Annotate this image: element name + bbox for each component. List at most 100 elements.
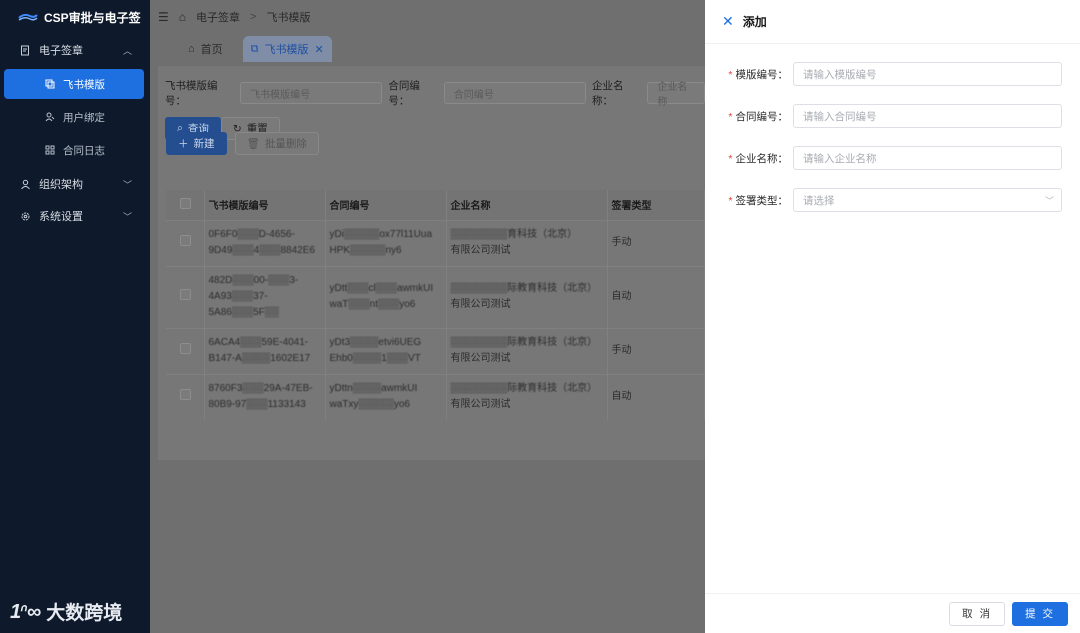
chevron-down-icon: ﹀ [122, 211, 132, 222]
table-row: 0F6F0▒▒▒D-4656- 9D49▒▒▒4▒▒▒8842E6 yDi▒▒▒▒… [166, 219, 705, 266]
template-no-input[interactable]: 飞书模版编号 [240, 82, 383, 104]
tab-home[interactable]: ⌂ 首页 [180, 36, 231, 62]
add-drawer: ✕ 添加 * 模版编号： 请输入模版编号 * 合同编号： 请输入合同编号 * 企业名称… [705, 0, 1080, 633]
form-label: * 合同编号： [705, 109, 793, 124]
company-cell: ▒▒▒▒▒▒▒▒育科技（北京） 有限公司测试 [446, 219, 608, 266]
select-all-checkbox[interactable] [180, 197, 191, 209]
cell-line: yDtt▒▒▒cl▒▒▒awmkUI [329, 283, 434, 294]
form-row-template-no: * 模版编号： 请输入模版编号 [705, 62, 1080, 86]
contract-no-cell: yDtt▒▒▒cl▒▒▒awmkUI waT▒▒▒nt▒▒▒yo6 [325, 265, 447, 328]
cell-line: ▒▒▒▒▒▒▒▒际教育科技（北京） [450, 383, 598, 395]
row-checkbox[interactable] [180, 388, 191, 400]
row-checkbox[interactable] [180, 288, 191, 300]
form-row-sign-type: * 签署类型： 请选择 ﹀ [705, 188, 1080, 212]
cell-line: 5A86▒▒▒5F▒▒ [208, 307, 279, 318]
table-row: 482D▒▒▒00-▒▒▒3- 4A93▒▒▒37- 5A86▒▒▒5F▒▒ yDt… [166, 265, 705, 328]
company-cell: ▒▒▒▒▒▒▒▒际教育科技（北京） 有限公司测试 [446, 373, 608, 420]
tab-bar: ⌂ 首页 ⧉ 飞书模版 ✕ [150, 34, 705, 62]
menu-group-label: 电子签章 [39, 45, 83, 57]
cell-line: 9D49▒▒▒4▒▒▒8842E6 [208, 245, 315, 256]
select-all-cell[interactable] [166, 190, 205, 220]
breadcrumb-item: 飞书模版 [266, 12, 311, 24]
brand: CSP审批与电子签 [0, 0, 150, 34]
contract-no-input[interactable]: 合同编号 [443, 82, 586, 104]
column-header: 合同编号 [325, 190, 447, 220]
menu-fold-icon[interactable]: ☰ [158, 10, 169, 24]
sidebar-item-label: 飞书模版 [63, 78, 105, 91]
row-select-cell[interactable] [166, 265, 205, 328]
chevron-down-icon: ﹀ [1045, 196, 1055, 206]
plus-icon: ＋ [178, 138, 189, 150]
breadcrumb-separator: > [250, 11, 257, 23]
drawer-header: ✕ 添加 [705, 0, 1080, 44]
sign-type-cell: 手动 [607, 219, 705, 266]
filter-label: 飞书模版编号： [165, 80, 218, 107]
cell-line: ▒▒▒▒▒▒▒▒育科技（北京） [450, 229, 578, 240]
submit-button[interactable]: 提 交 [1012, 601, 1068, 626]
sidebar-item-contract-log[interactable]: 合同日志 [4, 135, 144, 165]
template-no-field[interactable]: 请输入模版编号 [793, 62, 1062, 86]
menu-group-settings[interactable]: 系统设置 ﹀ [0, 200, 150, 232]
new-label: 新建 [193, 138, 215, 150]
menu-group-label: 系统设置 [39, 211, 83, 223]
cell-line: HPK▒▒▒▒▒ny6 [329, 245, 402, 256]
company-field[interactable]: 请输入企业名称 [793, 146, 1062, 170]
sidebar: CSP审批与电子签 电子签章 ︿ 飞书模版 用户绑定 合同日志 组织架构 ﹀ 系… [0, 0, 150, 633]
batch-delete-button[interactable]: 🗑 批量删除 [234, 132, 319, 155]
cell-line: 482D▒▒▒00-▒▒▒3- [208, 275, 299, 286]
company-input[interactable]: 企业名称 [647, 82, 705, 108]
sign-type-cell: 自动 [607, 373, 705, 420]
cancel-button[interactable]: 取 消 [949, 601, 1006, 626]
close-icon[interactable]: ✕ [722, 13, 734, 30]
tab-feishu-template[interactable]: ⧉ 飞书模版 ✕ [242, 36, 332, 62]
tab-label: 飞书模版 [264, 44, 309, 56]
company-cell: ▒▒▒▒▒▒▒▒际教育科技（北京） 有限公司测试 [446, 265, 608, 328]
contract-no-cell: yDttn▒▒▒▒awmkUI waTxy▒▒▒▒▒yo6 [325, 373, 447, 420]
cell-line: 8760F3▒▒▒29A-47EB- [208, 383, 313, 395]
contract-no-field[interactable]: 请输入合同编号 [793, 104, 1062, 128]
row-checkbox[interactable] [180, 234, 191, 246]
sidebar-item-user-binding[interactable]: 用户绑定 [4, 102, 144, 132]
home-icon[interactable]: ⌂ [179, 10, 186, 24]
document-sign-icon [20, 45, 31, 56]
column-header: 飞书模版编号 [204, 190, 326, 220]
form-row-company: * 企业名称： 请输入企业名称 [705, 146, 1080, 170]
cell-line: yDt3▒▒▒▒etvi6UEG [329, 337, 422, 348]
row-select-cell[interactable] [166, 327, 205, 374]
close-icon[interactable]: ✕ [315, 43, 324, 56]
cell-line: waTxy▒▒▒▒▒yo6 [329, 399, 410, 411]
required-mark: * [728, 110, 733, 123]
footer-logo-text: 大数跨境 [46, 603, 123, 624]
breadcrumb-item[interactable]: 电子签章 [196, 9, 240, 25]
chevron-down-icon: ﹀ [122, 179, 132, 190]
sidebar-item-feishu-template[interactable]: 飞书模版 [4, 69, 144, 99]
company-cell: ▒▒▒▒▒▒▒▒际教育科技（北京） 有限公司测试 [446, 327, 608, 374]
row-select-cell[interactable] [166, 219, 205, 266]
cell-line: waT▒▒▒nt▒▒▒yo6 [329, 299, 416, 310]
menu-group-org[interactable]: 组织架构 ﹀ [0, 168, 150, 200]
template-table: 飞书模版编号 合同编号 企业名称 签署类型 0F6F0▒▒▒D-4656- 9D4… [166, 190, 705, 420]
user-icon [20, 179, 31, 190]
cell-line: yDttn▒▒▒▒awmkUI [329, 383, 418, 395]
new-button[interactable]: ＋ 新建 [166, 132, 227, 155]
cell-line: 有限公司测试 [450, 245, 511, 256]
footer-logo-mark: 1ᐢ∞ [10, 601, 41, 623]
cell-line: 有限公司测试 [450, 299, 511, 310]
form-label-text: 模版编号： [735, 68, 789, 81]
trash-icon: 🗑 [246, 138, 260, 150]
drawer-title: 添加 [742, 15, 767, 29]
column-header: 签署类型 [607, 190, 705, 220]
form-label-text: 企业名称： [735, 152, 789, 165]
required-mark: * [728, 194, 733, 207]
row-select-cell[interactable] [166, 373, 205, 420]
brand-logo-icon [18, 13, 38, 21]
cell-line: 80B9-97▒▒▒1133143 [208, 399, 306, 411]
menu-group-esign[interactable]: 电子签章 ︿ [0, 34, 150, 66]
template-no-cell: 0F6F0▒▒▒D-4656- 9D49▒▒▒4▒▒▒8842E6 [204, 219, 326, 266]
filter-label: 企业名称： [592, 80, 624, 107]
sign-type-select[interactable]: 请选择 ﹀ [793, 188, 1062, 212]
cell-line: Ehb0▒▒▒▒1▒▒▒VT [329, 353, 421, 364]
table-row: 8760F3▒▒▒29A-47EB- 80B9-97▒▒▒1133143 yDtt… [166, 373, 705, 420]
filter-label: 合同编号： [388, 80, 420, 107]
row-checkbox[interactable] [180, 342, 191, 354]
